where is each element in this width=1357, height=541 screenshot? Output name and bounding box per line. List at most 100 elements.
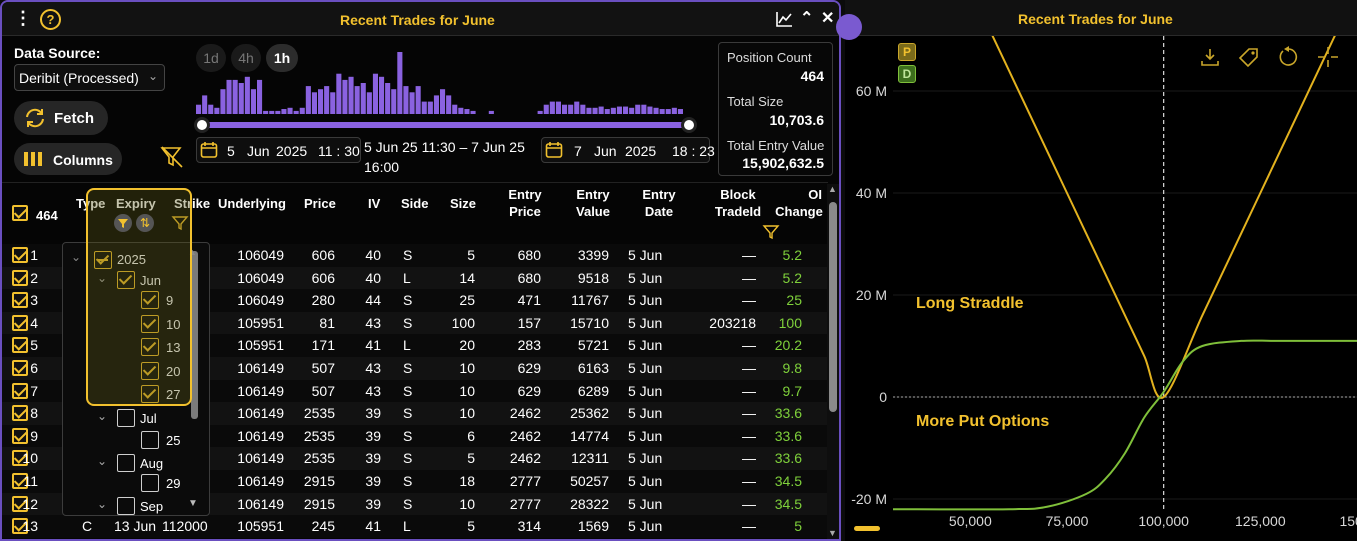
select-all-checkbox[interactable] <box>12 205 28 221</box>
header-entry-date[interactable]: Entry Date <box>636 186 682 220</box>
columns-button[interactable]: Columns <box>14 143 122 175</box>
dropdown-scrollbar-thumb[interactable] <box>191 251 198 419</box>
download-icon[interactable] <box>1200 47 1220 67</box>
start-date-picker[interactable]: 5 Jun 2025 11 : 30 <box>196 137 361 163</box>
menu-dots-icon[interactable]: ⋮ <box>14 8 32 29</box>
histogram-bar <box>281 109 287 114</box>
cell-eprice: 2462 <box>509 450 541 467</box>
month-aug-label: Aug <box>140 456 164 471</box>
end-date-picker[interactable]: 7 Jun 2025 18 : 23 <box>541 137 715 163</box>
cell-size: 5 <box>467 450 475 467</box>
month-jul-checkbox[interactable] <box>117 409 135 427</box>
cell-edate: 5 Jun <box>628 405 663 422</box>
table-row[interactable]: 13 C 13 Jun 112000 105951 245 41 L 5 314 1569 5 Jun… <box>2 515 827 538</box>
trade-histogram <box>196 52 683 114</box>
collapse-icon[interactable]: ⌃ <box>800 8 813 28</box>
cell-price: 606 <box>311 247 335 263</box>
badge-d[interactable]: D <box>898 65 916 83</box>
day-25-label: 25 <box>166 433 181 448</box>
chevron-down-icon[interactable]: ⌄ <box>97 454 107 468</box>
month-aug-checkbox[interactable] <box>117 454 135 472</box>
cell-oi: 100 <box>778 314 802 331</box>
cell-edate: 5 Jun <box>628 473 663 489</box>
chevron-down-icon[interactable]: ⌄ <box>71 250 81 264</box>
header-entry-value-line1: Entry <box>576 187 610 202</box>
crosshair-icon[interactable] <box>1317 46 1339 68</box>
cell-block: — <box>742 247 756 263</box>
header-price[interactable]: Price <box>304 195 336 212</box>
scrollbar-thumb[interactable] <box>829 202 837 412</box>
cell-oi: 20.2 <box>774 337 802 354</box>
row-checkbox[interactable] <box>12 360 28 376</box>
header-block-line2: TradeId <box>714 204 762 219</box>
legend-swatch[interactable] <box>854 526 880 531</box>
help-icon[interactable]: ? <box>40 9 61 30</box>
cell-oi: 33.6 <box>774 405 802 422</box>
cell-edate: 5 Jun <box>628 292 663 309</box>
histogram-bar <box>336 73 342 114</box>
slider-start-handle[interactable] <box>194 117 210 133</box>
header-entry-price-line2: Price <box>509 204 541 219</box>
payoff-chart: 60 M 40 M 20 M 0 -20 M 50,000 75,000 100,000 125… <box>851 36 1357 529</box>
header-iv[interactable]: IV <box>368 195 380 212</box>
header-oi-change[interactable]: OI Change <box>772 186 826 220</box>
table-scrollbar[interactable]: ▲ ▼ <box>827 184 839 539</box>
reset-icon[interactable] <box>1277 46 1299 68</box>
day-25-checkbox[interactable] <box>141 431 159 449</box>
row-checkbox[interactable] <box>12 269 28 286</box>
cell-edate: 5 Jun <box>628 382 663 399</box>
cell-side: S <box>403 473 413 489</box>
sort-icon[interactable]: ⇅ <box>136 214 154 232</box>
day-29-checkbox[interactable] <box>141 474 159 492</box>
header-block-tradeid[interactable]: Block TradeId <box>707 186 769 220</box>
month-sep-checkbox[interactable] <box>117 497 135 515</box>
cell-und: 106049 <box>237 292 284 309</box>
close-icon[interactable]: ✕ <box>821 8 834 28</box>
fetch-button[interactable]: Fetch <box>14 101 108 135</box>
cell-evalue: 50257 <box>570 473 609 489</box>
row-checkbox[interactable] <box>12 314 28 331</box>
cell-iv: 43 <box>365 382 381 399</box>
row-checkbox[interactable] <box>12 292 28 309</box>
chevron-down-icon[interactable]: ⌄ <box>97 409 107 423</box>
time-range-slider[interactable] <box>202 122 689 128</box>
expiry-filter-active-icon[interactable] <box>114 214 132 232</box>
badge-p[interactable]: P <box>898 43 916 61</box>
cell-price: 280 <box>311 292 335 309</box>
chevron-down-icon[interactable]: ⌄ <box>97 497 107 511</box>
start-year: 2025 <box>276 143 308 159</box>
row-checkbox[interactable] <box>12 337 28 354</box>
row-checkbox[interactable] <box>12 382 28 399</box>
header-size[interactable]: Size <box>450 195 476 212</box>
cell-eprice: 471 <box>517 292 541 309</box>
row-checkbox[interactable] <box>12 427 28 444</box>
header-entry-value[interactable]: Entry Value <box>570 186 616 220</box>
header-underlying[interactable]: Underlying <box>218 195 286 212</box>
histogram-bar <box>366 92 372 114</box>
oi-filter-icon[interactable] <box>762 224 780 240</box>
clear-filter-icon[interactable] <box>160 145 184 169</box>
slider-end-handle[interactable] <box>681 117 697 133</box>
cell-size: 6 <box>467 427 475 444</box>
histogram-bar <box>403 86 409 114</box>
end-month: Jun <box>594 143 617 159</box>
cell-n: 1 <box>30 247 38 263</box>
row-checkbox[interactable] <box>12 405 28 422</box>
histogram-bar <box>263 110 269 114</box>
total-size-label: Total Size <box>727 94 784 109</box>
header-side[interactable]: Side <box>401 195 428 212</box>
header-entry-price[interactable]: Entry Price <box>502 186 548 220</box>
scroll-up-icon[interactable]: ▲ <box>828 184 837 194</box>
scroll-down-icon[interactable]: ▼ <box>828 528 837 538</box>
histogram-bar <box>214 107 220 114</box>
chart-toggle-icon[interactable] <box>775 11 793 28</box>
cell-evalue: 5721 <box>577 337 609 354</box>
row-checkbox[interactable] <box>12 247 28 263</box>
scroll-down-icon[interactable]: ▼ <box>188 498 198 509</box>
histogram-bar <box>354 86 360 114</box>
cell-n: 12 <box>22 495 38 512</box>
cell-block: — <box>742 518 756 535</box>
data-source-select[interactable]: Deribit (Processed) ⌄ <box>14 64 165 91</box>
histogram-bar <box>543 104 549 114</box>
tag-icon[interactable] <box>1237 46 1261 68</box>
